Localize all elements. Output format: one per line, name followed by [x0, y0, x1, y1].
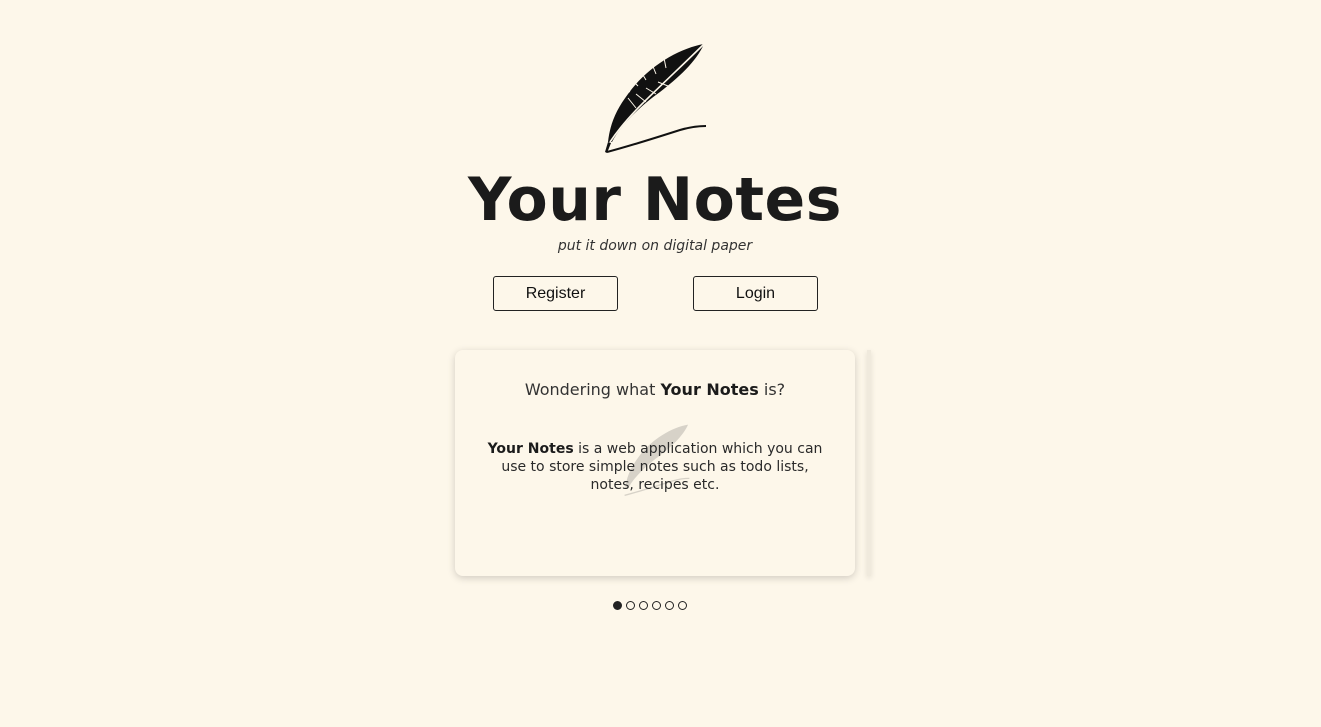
slide-heading: Wondering what Your Notes is? — [455, 380, 855, 399]
carousel-dot-2[interactable] — [626, 601, 635, 610]
carousel-dot-5[interactable] — [665, 601, 674, 610]
app-tagline: put it down on digital paper — [557, 238, 753, 254]
carousel-pagination — [613, 601, 687, 610]
slide-body-brand: Your Notes — [487, 441, 574, 457]
slide-heading-brand: Your Notes — [660, 380, 759, 399]
next-slide-peek[interactable] — [867, 350, 871, 576]
login-button[interactable]: Login — [693, 276, 818, 311]
carousel-dot-4[interactable] — [652, 601, 661, 610]
slide-heading-prefix: Wondering what — [524, 380, 661, 399]
app-title: Your Notes — [468, 165, 842, 235]
carousel-dot-3[interactable] — [639, 601, 648, 610]
feather-quill-icon — [605, 43, 707, 153]
slide-heading-suffix: is? — [758, 380, 786, 399]
carousel-slide: Wondering what Your Notes is? Your Notes… — [455, 350, 855, 576]
slide-body: Your Notes is a web application which yo… — [481, 440, 829, 494]
carousel-dot-1[interactable] — [613, 601, 622, 610]
register-button[interactable]: Register — [493, 276, 618, 311]
carousel-dot-6[interactable] — [678, 601, 687, 610]
